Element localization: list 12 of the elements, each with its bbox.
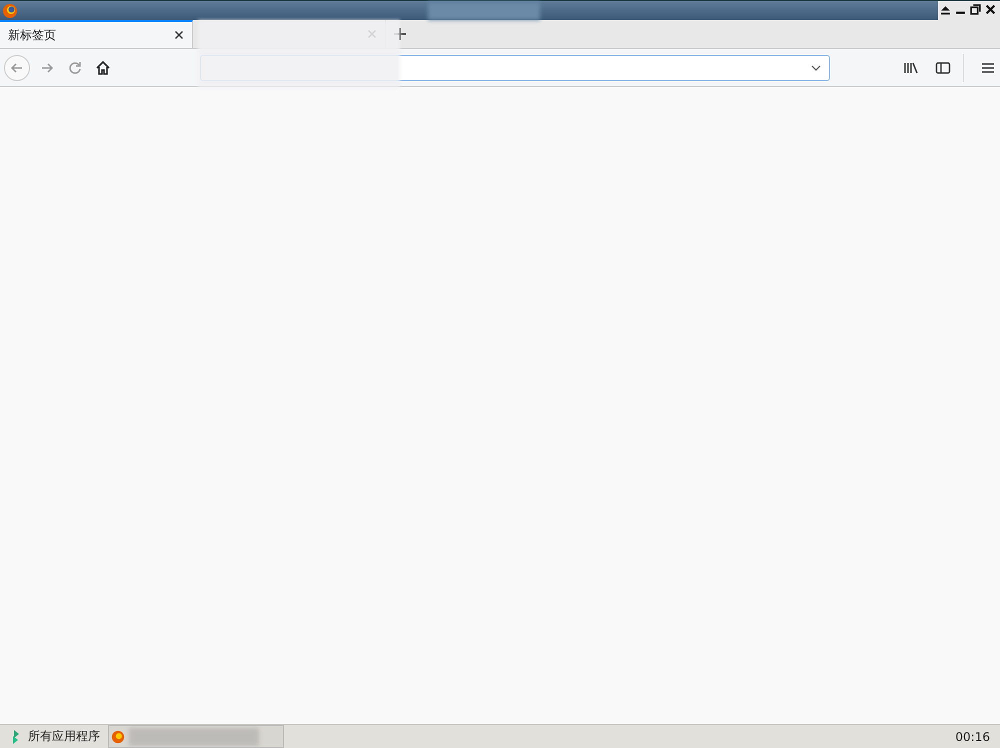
browser-logo-icon [2, 2, 18, 18]
clock: 00:16 [955, 730, 990, 744]
sidebar-icon[interactable] [935, 60, 951, 76]
chevron-down-icon[interactable] [811, 64, 821, 70]
start-button[interactable]: 所有应用程序 [0, 728, 108, 745]
restore-icon[interactable] [970, 4, 983, 17]
browser-tab[interactable]: 新标签页 [0, 20, 193, 48]
eject-icon[interactable] [940, 4, 953, 17]
browser-logo-icon [111, 730, 125, 744]
close-icon[interactable] [985, 4, 998, 17]
back-icon[interactable] [4, 54, 30, 80]
close-icon[interactable] [174, 30, 184, 40]
